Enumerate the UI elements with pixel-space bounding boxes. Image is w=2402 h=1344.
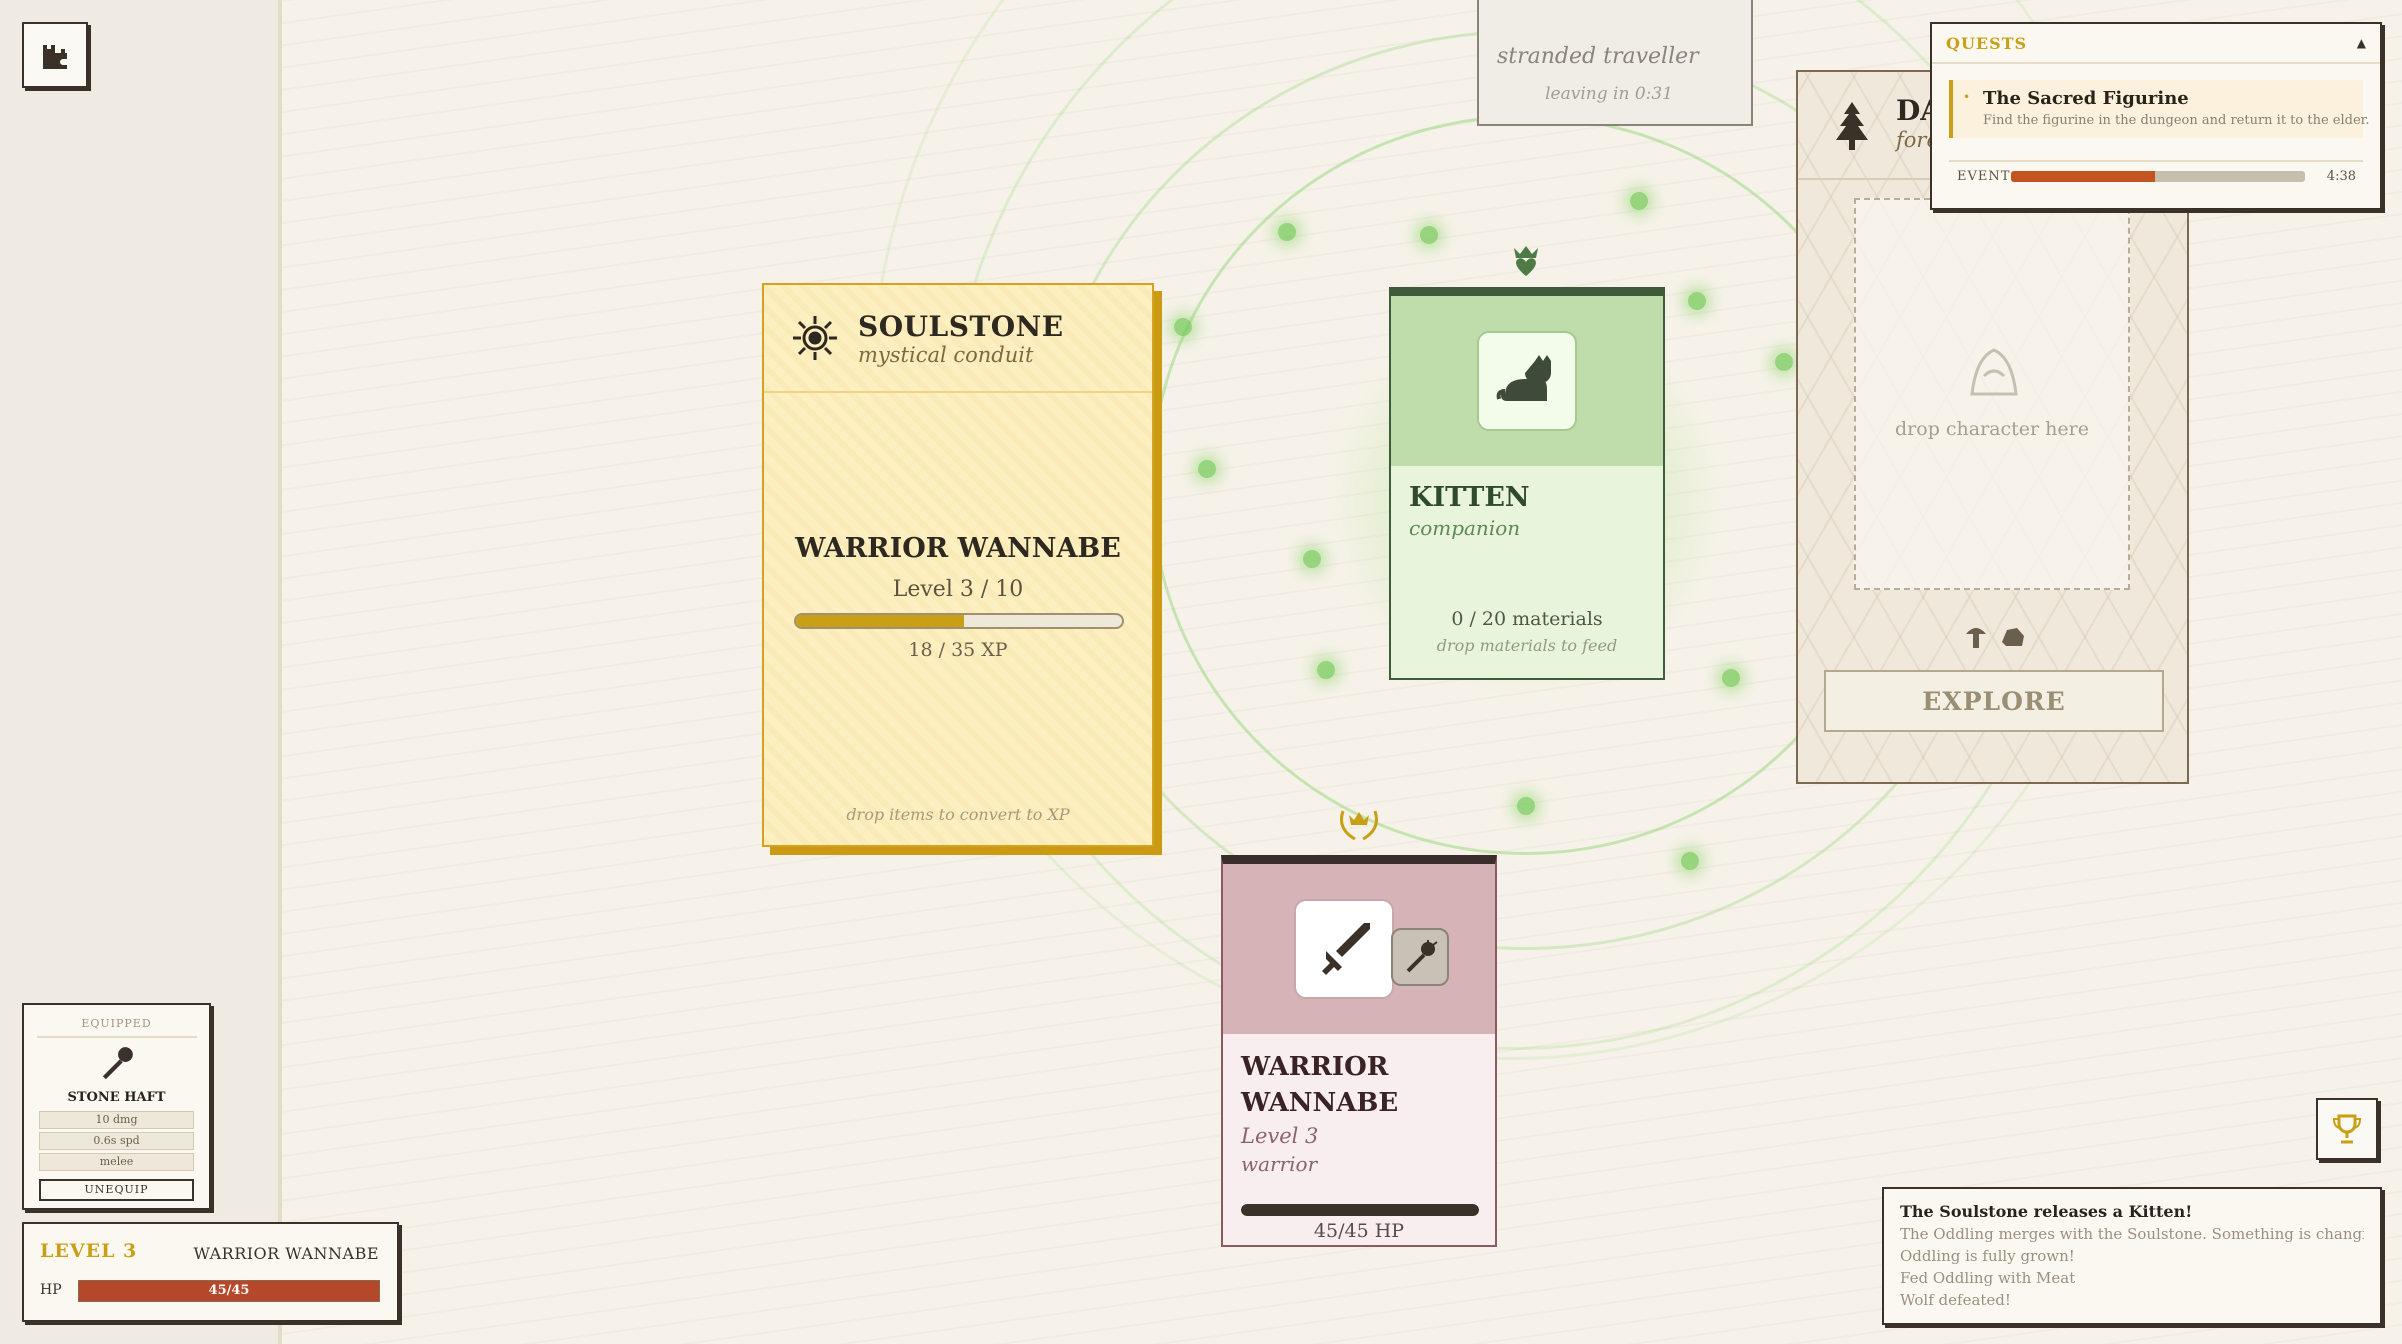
hp-label: HP: [40, 1282, 62, 1298]
sparkle: [1775, 353, 1793, 371]
crown-heart-icon: [1514, 246, 1538, 276]
sparkle: [1278, 223, 1296, 241]
log-line: Fed Oddling with Meat: [1900, 1269, 2076, 1287]
mushroom-icon: [1966, 628, 1986, 648]
soulstone-title: SOULSTONE: [858, 309, 1064, 343]
sparkle: [1174, 318, 1192, 336]
player-level: LEVEL 3: [40, 1240, 138, 1262]
castle-puzzle-button[interactable]: [22, 22, 88, 88]
sparkle: [1420, 226, 1438, 244]
event-progress-fill: [2011, 171, 2156, 182]
kitten-materials: 0 / 20 materials: [1451, 608, 1603, 630]
mace-icon: [1406, 940, 1438, 973]
equipped-divider: [36, 1036, 197, 1038]
equipped-panel: EQUIPPED STONE HAFT 10 dmg 0.6s spd mele…: [22, 1003, 211, 1210]
traveller-timer: leaving in 0:31: [1545, 84, 1673, 104]
warrior-level: Level 3: [1241, 1124, 1319, 1148]
log-line: The Soulstone releases a Kitten!: [1900, 1202, 2193, 1221]
log-line: Oddling is fully grown!: [1900, 1247, 2075, 1265]
hooded-figure-icon: [1970, 348, 2018, 396]
cat-icon: [1496, 355, 1551, 401]
event-time: 4:38: [2326, 169, 2356, 184]
warrior-title-line2: WANNABE: [1241, 1088, 1399, 1118]
quest-bullet-icon: •: [1963, 90, 1971, 104]
explore-label: EXPLORE: [1922, 686, 2066, 716]
castle-puzzle-icon: [43, 45, 67, 69]
equipped-label: EQUIPPED: [81, 1017, 152, 1030]
soulstone-character-name: WARRIOR WANNABE: [795, 533, 1121, 564]
event-progress-bar: [2011, 171, 2305, 182]
equipped-stat: 0.6s spd: [39, 1132, 194, 1150]
soulstone-hint: drop items to convert to XP: [846, 805, 1070, 824]
message-log: The Soulstone releases a Kitten! The Odd…: [1882, 1187, 2382, 1325]
warrior-hp-text: 45/45 HP: [1313, 1220, 1405, 1242]
warrior-class: warrior: [1241, 1152, 1318, 1176]
warrior-portrait-area: [1223, 864, 1495, 1034]
warrior-hp-fill: [1241, 1204, 1479, 1216]
sparkle: [1630, 192, 1648, 210]
explore-button[interactable]: EXPLORE: [1824, 670, 2164, 732]
kitten-subtitle: companion: [1409, 516, 1521, 540]
equipped-stat: melee: [39, 1153, 194, 1171]
trophy-icon: [2332, 1114, 2362, 1144]
player-hp-text: 45/45: [208, 1283, 250, 1298]
kitten-portrait-area: [1391, 296, 1663, 466]
quests-title: QUESTS: [1946, 33, 2028, 53]
player-status-panel: LEVEL 3 WARRIOR WANNABE HP 45/45: [22, 1222, 399, 1322]
equipped-stat: 10 dmg: [39, 1111, 194, 1129]
mace-icon: [102, 1047, 133, 1080]
equipped-mace-badge: [1391, 928, 1449, 986]
equipped-item-name: STONE HAFT: [67, 1090, 166, 1105]
quest-description: Find the figurine in the dungeon and ret…: [1983, 113, 2370, 128]
unequip-button[interactable]: UNEQUIP: [39, 1179, 194, 1201]
event-label: EVENT: [1957, 169, 2011, 184]
log-line: Wolf defeated!: [1900, 1291, 2011, 1309]
laurel-crown-icon: [1340, 810, 1378, 841]
sparkle: [1198, 460, 1216, 478]
sparkle: [1722, 669, 1740, 687]
drop-character-hint: drop character here: [1895, 418, 2089, 440]
player-name: WARRIOR WANNABE: [193, 1244, 379, 1263]
sun-gear-icon: [793, 316, 837, 360]
quests-header[interactable]: QUESTS ▲: [1932, 24, 2380, 64]
caret-up-icon[interactable]: ▲: [2357, 36, 2366, 50]
soulstone-card[interactable]: SOULSTONE mystical conduit WARRIOR WANNA…: [762, 283, 1154, 847]
achievements-button[interactable]: [2316, 1098, 2378, 1160]
sparkle: [1688, 292, 1706, 310]
warrior-hp-bar: [1241, 1204, 1479, 1216]
soulstone-xp-fill: [796, 615, 964, 627]
quests-panel: QUESTS ▲ • The Sacred Figurine Find the …: [1930, 22, 2382, 210]
warrior-card[interactable]: WARRIOR WANNABE Level 3 warrior 45/45 HP: [1221, 855, 1497, 1247]
soulstone-xp-bar: [794, 613, 1124, 629]
soulstone-subtitle: mystical conduit: [858, 342, 1034, 367]
player-hp-bar: 45/45: [78, 1280, 380, 1302]
log-line: The Oddling merges with the Soulstone. S…: [1900, 1225, 2364, 1243]
traveller-subtitle: stranded traveller: [1497, 44, 1699, 69]
soulstone-level: Level 3 / 10: [892, 577, 1024, 602]
kitten-card[interactable]: KITTEN companion 0 / 20 materials drop m…: [1389, 287, 1665, 680]
warrior-title-line1: WARRIOR: [1241, 1052, 1389, 1082]
sparkle: [1303, 550, 1321, 568]
traveller-card[interactable]: stranded traveller leaving in 0:31: [1477, 0, 1753, 126]
kitten-hint: drop materials to feed: [1436, 636, 1618, 655]
pine-tree-icon: [1836, 102, 1868, 150]
sparkle: [1517, 797, 1535, 815]
ore-rock-icon: [2002, 628, 2024, 646]
soulstone-header: SOULSTONE mystical conduit: [764, 285, 1152, 393]
kitten-title: KITTEN: [1409, 482, 1530, 513]
warrior-portrait: [1294, 899, 1394, 999]
sparkle: [1681, 852, 1699, 870]
quest-item[interactable]: • The Sacred Figurine Find the figurine …: [1949, 80, 2370, 138]
kitten-portrait: [1477, 331, 1577, 431]
quests-divider: [1949, 160, 2363, 162]
sword-icon: [1322, 923, 1370, 975]
soulstone-xp-text: 18 / 35 XP: [908, 639, 1008, 661]
sparkle: [1317, 661, 1335, 679]
quest-title: The Sacred Figurine: [1983, 88, 2189, 109]
character-drop-zone[interactable]: drop character here: [1854, 198, 2130, 590]
